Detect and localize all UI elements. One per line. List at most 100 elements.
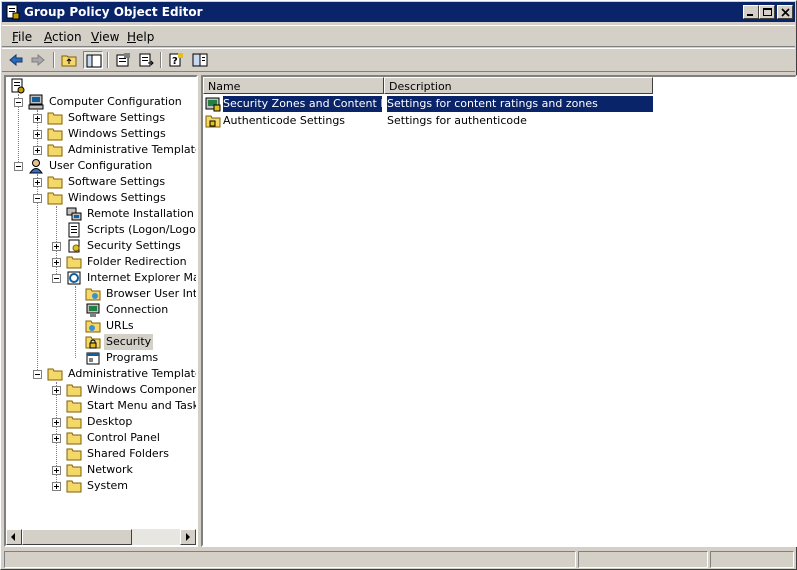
tree-item-administrative-templates[interactable]: Administrative Templates [6,366,196,382]
collapse-toggle[interactable] [52,274,61,283]
export-list-button[interactable] [136,51,156,69]
properties-button[interactable] [113,51,133,69]
folder-icon [66,416,82,429]
expand-toggle[interactable] [52,434,61,443]
collapse-toggle[interactable] [14,98,23,107]
details-list[interactable]: Name Description Security Zones and Cont… [201,75,797,547]
folder-icon [66,400,82,413]
expand-toggle[interactable] [33,178,42,187]
help-button[interactable]: ? [166,51,186,69]
expand-toggle[interactable] [52,386,61,395]
folder-icon [66,256,82,269]
folder-icon [66,464,82,477]
forward-arrow-icon [31,53,45,67]
collapse-toggle[interactable] [33,370,42,379]
ie-maintenance-icon [67,271,81,285]
tree-root[interactable] [6,78,196,94]
tree-horizontal-scrollbar[interactable] [6,529,196,545]
export-list-icon [139,53,154,67]
maximize-button[interactable] [759,5,775,19]
show-hide-action-pane-icon [192,53,208,67]
tree-item-connection[interactable]: Connection [6,302,196,318]
expand-toggle[interactable] [52,466,61,475]
menu-help[interactable]: Help [122,29,159,45]
folder-open-icon [47,368,63,381]
folder-icon [66,480,82,493]
group-policy-app-icon [6,4,20,20]
expand-toggle[interactable] [52,418,61,427]
collapse-toggle[interactable] [14,162,23,171]
column-header-name[interactable]: Name [203,77,384,94]
show-hide-console-tree-button[interactable] [83,51,103,69]
show-hide-action-pane-button[interactable] [190,51,210,69]
urls-icon [85,320,101,333]
scroll-thumb[interactable] [22,529,132,545]
folder-icon [66,448,82,461]
expand-toggle[interactable] [33,130,42,139]
scroll-left-button[interactable] [6,529,22,545]
status-panel [578,551,708,568]
tree-item-network[interactable]: Network [6,462,196,478]
collapse-toggle[interactable] [33,194,42,203]
tree-item-user-configuration[interactable]: User Configuration [6,158,196,174]
close-icon [781,8,790,17]
security-zones-icon [205,97,221,112]
list-row[interactable]: Security Zones and Content R... Settings… [203,96,653,112]
tree-item-computer-configuration[interactable]: Computer Configuration [6,94,196,110]
up-folder-icon [61,55,77,67]
title-bar[interactable]: Group Policy Object Editor [2,2,795,22]
tree-item-desktop[interactable]: Desktop [6,414,196,430]
tree-item-software-settings[interactable]: Software Settings [6,174,196,190]
tree-item-system[interactable]: System [6,478,196,494]
expand-toggle[interactable] [33,114,42,123]
menu-view[interactable]: View [86,29,124,45]
tree-item-start-menu-and-taskbar[interactable]: Start Menu and Taskbar [6,398,196,414]
up-one-level-button[interactable] [59,51,79,69]
tree-item-control-panel[interactable]: Control Panel [6,430,196,446]
tree-item-administrative-templates[interactable]: Administrative Templates [6,142,196,158]
arrow-right-icon [186,533,190,541]
status-bar [2,549,795,569]
tree-item-software-settings[interactable]: Software Settings [6,110,196,126]
tree-item-security[interactable]: Security [6,334,196,350]
console-tree[interactable]: Computer Configuration Software Settings… [4,75,198,547]
expand-toggle[interactable] [52,242,61,251]
forward-button[interactable] [28,51,48,69]
list-row[interactable]: Authenticode Settings Settings for authe… [203,113,653,129]
menu-action[interactable]: Action [39,29,87,45]
menu-file[interactable]: File [7,29,37,45]
tree-item-security-settings[interactable]: Security Settings [6,238,196,254]
tree-item-browser-user-interface[interactable]: Browser User Interface [6,286,196,302]
folder-icon [47,176,63,189]
expand-toggle[interactable] [33,146,42,155]
expand-toggle[interactable] [52,482,61,491]
scripts-icon [68,222,80,238]
status-panel [4,551,576,568]
tree-item-folder-redirection[interactable]: Folder Redirection [6,254,196,270]
expand-toggle[interactable] [52,258,61,267]
minimize-button[interactable] [743,5,759,19]
back-button[interactable] [6,51,26,69]
column-header-description[interactable]: Description [384,77,653,94]
close-button[interactable] [777,5,793,19]
tree-item-windows-components[interactable]: Windows Components [6,382,196,398]
tree-item-windows-settings[interactable]: Windows Settings [6,126,196,142]
tree-item-remote-installation-services[interactable]: Remote Installation Services [6,206,196,222]
tree-item-internet-explorer-maintenance[interactable]: Internet Explorer Maintenance [6,270,196,286]
folder-icon [66,384,82,397]
tree-item-shared-folders[interactable]: Shared Folders [6,446,196,462]
row-name: Authenticode Settings [223,114,346,127]
tree-item-programs[interactable]: Programs [6,350,196,366]
scroll-right-button[interactable] [180,529,196,545]
policy-root-icon [11,78,25,94]
tree-item-windows-settings[interactable]: Windows Settings [6,190,196,206]
tree-item-scripts[interactable]: Scripts (Logon/Logoff) [6,222,196,238]
tree-item-urls[interactable]: URLs [6,318,196,334]
status-panel [710,551,794,568]
folder-icon [47,112,63,125]
window-title: Group Policy Object Editor [24,5,203,19]
computer-icon [28,94,44,110]
folder-open-icon [47,192,63,205]
menu-bar: File Action View Help [2,25,795,47]
help-icon: ? [169,53,183,67]
